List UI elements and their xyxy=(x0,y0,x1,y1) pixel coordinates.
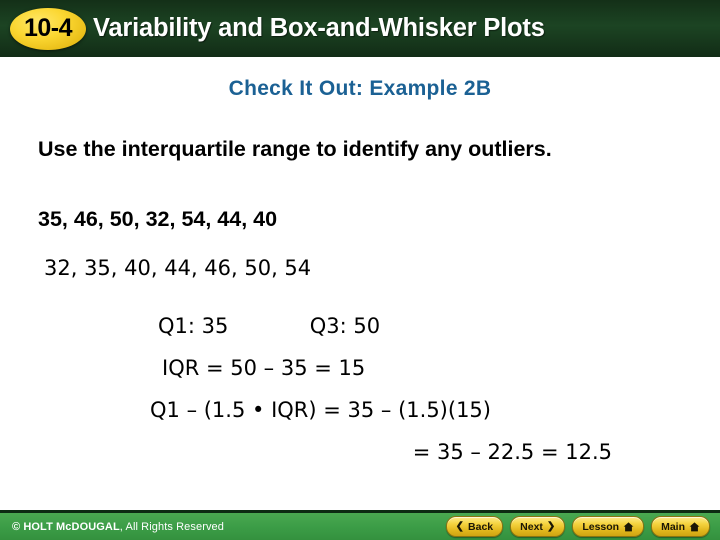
quartiles-line: Q1: 35 Q3: 50 xyxy=(150,305,680,347)
lesson-button[interactable]: Lesson xyxy=(572,516,645,537)
q3-value: Q3: 50 xyxy=(309,314,381,338)
lesson-button-label: Lesson xyxy=(582,520,620,533)
lower-fence-formula-line: Q1 – (1.5 • IQR) = 35 – (1.5)(15) xyxy=(150,398,491,422)
lesson-number-text: 10-4 xyxy=(23,14,73,42)
chevron-left-icon: ❮ xyxy=(455,520,465,532)
dataset-unsorted: 35, 46, 50, 32, 54, 44, 40 xyxy=(38,207,278,231)
home-icon xyxy=(623,521,634,532)
slide-footer: © HOLT McDOUGAL, All Rights Reserved ❮ B… xyxy=(0,510,720,540)
slide-body: Check It Out: Example 2B Use the interqu… xyxy=(0,57,720,510)
example-subtitle: Check It Out: Example 2B xyxy=(228,77,492,100)
back-button[interactable]: ❮ Back xyxy=(445,516,504,537)
q1-value: Q1: 35 xyxy=(158,314,229,338)
page-title: Variability and Box-and-Whisker Plots xyxy=(93,14,545,42)
back-button-label: Back xyxy=(468,520,494,533)
copyright-rest: , All Rights Reserved xyxy=(119,520,224,533)
main-button-label: Main xyxy=(661,520,685,533)
slide-header: 10-4 Variability and Box-and-Whisker Plo… xyxy=(0,0,720,57)
lower-fence-result-line: = 35 – 22.5 = 12.5 xyxy=(412,440,612,464)
worked-solution: Q1: 35 Q3: 50 IQR = 50 – 35 = 15 Q1 – (1… xyxy=(150,305,680,473)
main-button[interactable]: Main xyxy=(651,516,710,537)
copyright-mark: © HOLT McDOUGAL xyxy=(12,520,120,533)
copyright-text: © HOLT McDOUGAL, All Rights Reserved xyxy=(12,521,224,533)
home-icon xyxy=(689,521,700,532)
chevron-right-icon: ❯ xyxy=(546,520,556,532)
lesson-number-badge: 10-4 xyxy=(10,7,86,50)
iqr-line: IQR = 50 – 35 = 15 xyxy=(162,356,366,380)
next-button[interactable]: Next ❯ xyxy=(510,516,566,537)
next-button-label: Next xyxy=(520,520,543,533)
dataset-sorted: 32, 35, 40, 44, 46, 50, 54 xyxy=(44,256,312,280)
navigation-buttons: ❮ Back Next ❯ Lesson Main xyxy=(445,516,710,537)
problem-prompt: Use the interquartile range to identify … xyxy=(38,137,552,161)
